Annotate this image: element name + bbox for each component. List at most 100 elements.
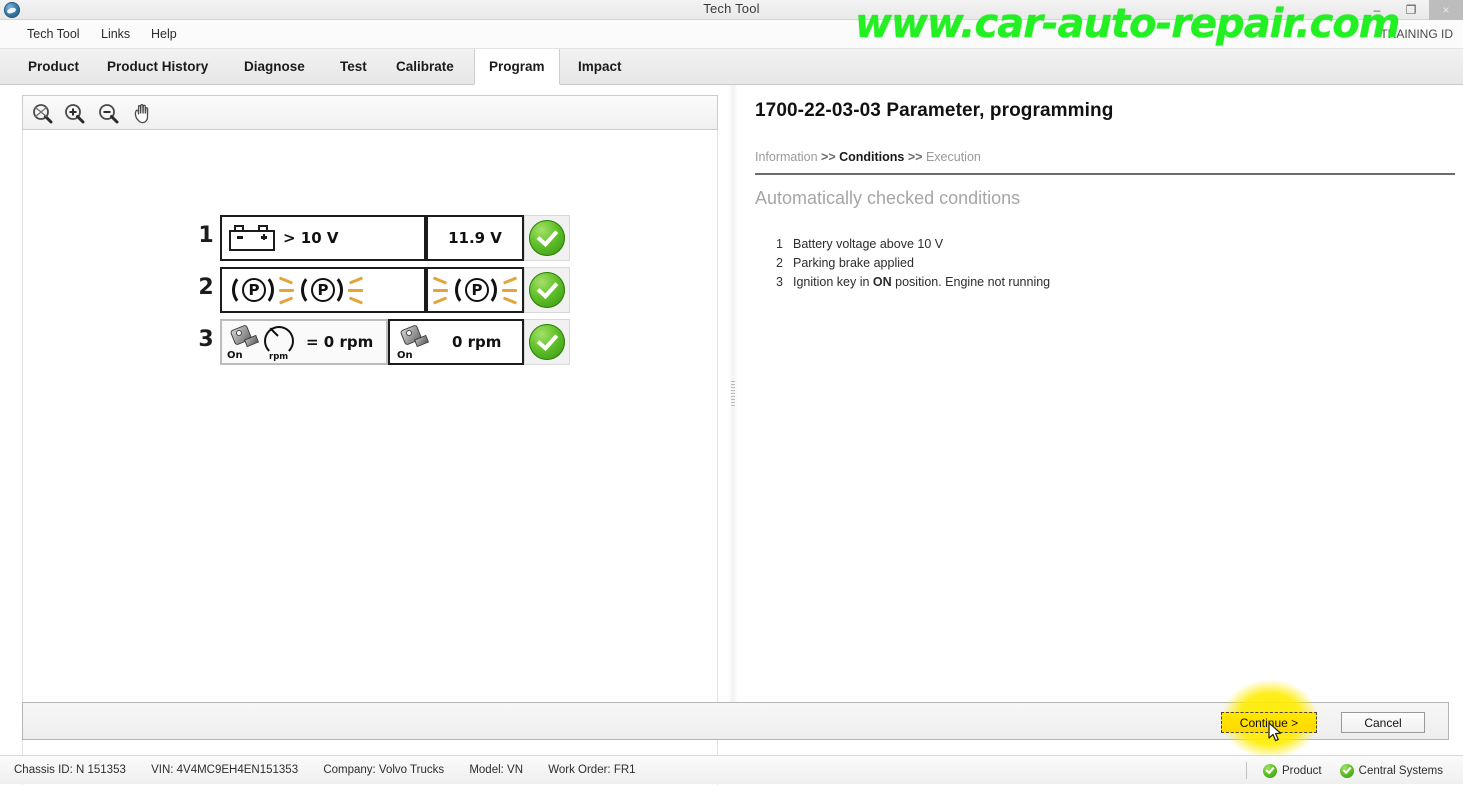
company-label: Company: Volvo Trucks [323, 764, 445, 776]
row-requirement: > 10 V [220, 215, 426, 261]
cancel-button[interactable]: Cancel [1341, 712, 1425, 733]
status-divider [1246, 762, 1247, 779]
section-heading: Automatically checked conditions [755, 188, 1021, 208]
list-item: 2 Parking brake applied [767, 256, 1427, 275]
tab-impact[interactable]: Impact [564, 49, 636, 85]
tab-product-history[interactable]: Product History [93, 49, 222, 85]
breadcrumb-divider [755, 173, 1455, 175]
parking-brake-icon: P [226, 273, 278, 307]
list-item: 3 Ignition key in ON position. Engine no… [767, 275, 1427, 294]
row-measured-value: 11.9 V [426, 215, 524, 261]
list-item-number: 3 [776, 275, 783, 289]
window-title: Tech Tool [703, 1, 760, 16]
maximize-restore-button[interactable]: ❐ [1394, 0, 1428, 20]
task-instruction-pane: 1700-22-03-03 Parameter, programming Inf… [737, 85, 1463, 702]
window-title-bar: Tech Tool – ❐ × [0, 0, 1463, 20]
list-item-number: 2 [776, 256, 783, 270]
check-ok-icon [529, 272, 565, 308]
breadcrumb-step-conditions[interactable]: Conditions [839, 150, 904, 164]
tab-test[interactable]: Test [326, 49, 381, 85]
vehicle-info: Chassis ID: N 151353 VIN: 4V4MC9EH4EN151… [14, 756, 658, 785]
breadcrumb-separator: >> [907, 150, 923, 164]
brake-warning-rays-right-icon [347, 274, 364, 306]
zoom-out-icon[interactable] [95, 101, 123, 127]
gauge-unit-label: rpm [269, 352, 289, 362]
list-item: 1 Battery voltage above 10 V [767, 237, 1427, 256]
minimize-button[interactable]: – [1360, 0, 1394, 20]
list-item-number: 1 [776, 237, 783, 251]
row-status-badge [524, 215, 570, 261]
row-requirement: On rpm = 0 rpm [220, 319, 388, 365]
row-measured-value: On 0 rpm [388, 319, 524, 365]
ignition-key-icon: On [396, 324, 430, 361]
breadcrumb-step-execution[interactable]: Execution [926, 150, 981, 164]
brake-warning-rays-left-icon [278, 274, 295, 306]
row-number: 1 [198, 223, 214, 248]
tab-product[interactable]: Product [14, 49, 93, 85]
graphic-viewer-pane: 1 > 10 V 11.9 V 2 P P P 3 On rpm = 0 rpm… [0, 85, 733, 785]
tab-diagnose[interactable]: Diagnose [230, 49, 319, 85]
list-item-label: Parking brake applied [793, 256, 914, 270]
requirement-label: > 10 V [283, 229, 339, 247]
menu-item-links[interactable]: Links [92, 20, 139, 49]
pane-splitter[interactable] [729, 85, 737, 702]
vin-label: VIN: 4V4MC9EH4EN151353 [151, 764, 299, 776]
pan-hand-icon[interactable] [129, 101, 157, 127]
zoom-in-icon[interactable] [61, 101, 89, 127]
ignition-key-icon: On [226, 324, 260, 361]
product-status-label: Product [1282, 764, 1322, 777]
connection-indicators: Product Central Systems [1246, 756, 1453, 785]
row-status-badge [524, 267, 570, 313]
work-order-label: Work Order: FR1 [548, 764, 636, 776]
viewer-toolbar [22, 95, 718, 130]
central-systems-ok-icon [1339, 763, 1354, 778]
row-measured-value: P [426, 267, 524, 313]
row-status-badge [524, 319, 570, 365]
chassis-id-label: Chassis ID: N 151353 [14, 764, 126, 776]
brake-warning-rays-left-icon [432, 274, 449, 306]
check-ok-icon [529, 324, 565, 360]
menu-item-tech-tool[interactable]: Tech Tool [18, 20, 89, 49]
ignition-state-label: On [227, 350, 243, 361]
breadcrumb: Information >> Conditions >> Execution [755, 150, 1445, 164]
status-bar: Chassis ID: N 151353 VIN: 4V4MC9EH4EN151… [0, 755, 1463, 784]
status-indicator-product[interactable]: Product [1263, 763, 1322, 778]
main-content: 1 > 10 V 11.9 V 2 P P P 3 On rpm = 0 rpm… [0, 85, 1463, 785]
mouse-cursor [1268, 722, 1282, 742]
parking-brake-p-letter: P [311, 278, 335, 302]
breadcrumb-separator: >> [821, 150, 836, 164]
fit-to-window-icon[interactable] [29, 101, 57, 127]
parking-brake-active-icon: P [295, 273, 347, 307]
row-number: 2 [198, 275, 214, 300]
model-label: Model: VN [469, 764, 524, 776]
row-requirement: P P [220, 267, 426, 313]
training-id-label: TRAINING ID [1380, 27, 1453, 41]
page-title: 1700-22-03-03 Parameter, programming [755, 100, 1114, 121]
menu-item-help[interactable]: Help [142, 20, 186, 49]
splitter-grip-icon[interactable] [731, 381, 735, 407]
row-number: 3 [198, 327, 214, 352]
battery-icon [229, 225, 275, 251]
tab-calibrate[interactable]: Calibrate [382, 49, 468, 85]
list-item-label: Ignition key in ON position. Engine not … [793, 275, 1051, 289]
requirement-label: = 0 rpm [306, 333, 374, 351]
conditions-list: 1 Battery voltage above 10 V 2 Parking b… [767, 237, 1427, 294]
breadcrumb-step-information[interactable]: Information [755, 150, 818, 164]
ignition-state-label: On [397, 350, 413, 361]
status-indicator-central-systems[interactable]: Central Systems [1339, 763, 1443, 778]
rpm-gauge-icon: rpm [262, 324, 298, 362]
parking-brake-icon: P [449, 273, 501, 307]
product-ok-icon [1263, 763, 1277, 778]
condition-graphic-canvas[interactable]: 1 > 10 V 11.9 V 2 P P P 3 On rpm = 0 rpm… [22, 130, 718, 785]
list-item-label: Battery voltage above 10 V [793, 237, 944, 251]
measured-rpm-label: 0 rpm [452, 333, 502, 351]
parking-brake-p-letter: P [465, 278, 489, 302]
main-tab-bar: Product Product History Diagnose Test Ca… [0, 49, 1463, 85]
parking-brake-p-letter: P [242, 278, 266, 302]
menu-bar: Tech Tool Links Help TRAINING ID [0, 20, 1463, 49]
check-ok-icon [529, 220, 565, 256]
close-button[interactable]: × [1429, 0, 1463, 20]
central-systems-status-label: Central Systems [1358, 764, 1443, 777]
brake-warning-rays-right-icon [501, 274, 518, 306]
tab-program[interactable]: Program [474, 49, 560, 85]
